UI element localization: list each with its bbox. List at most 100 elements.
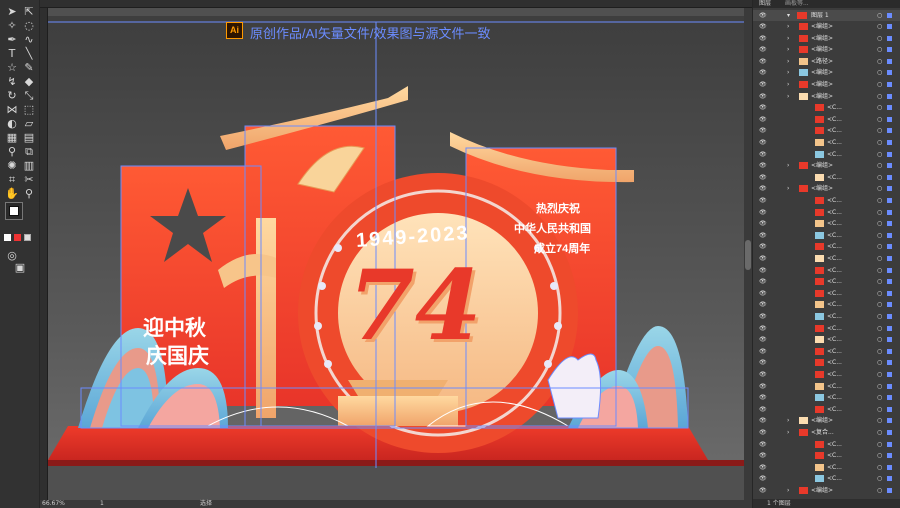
vertical-scrollbar[interactable] xyxy=(744,8,752,500)
layer-row[interactable]: 👁 <C... ○ xyxy=(753,404,900,415)
chevron-right-icon[interactable]: › xyxy=(787,415,789,426)
target-icon[interactable]: ○ xyxy=(877,265,882,276)
target-icon[interactable]: ○ xyxy=(877,323,882,334)
target-icon[interactable]: ○ xyxy=(877,357,882,368)
visibility-eye-icon[interactable]: 👁 xyxy=(759,125,767,136)
target-icon[interactable]: ○ xyxy=(877,276,882,287)
layer-row[interactable]: 👁 <C... ○ xyxy=(753,288,900,299)
visibility-eye-icon[interactable]: 👁 xyxy=(759,415,767,426)
chevron-right-icon[interactable]: › xyxy=(787,67,789,78)
chevron-down-icon[interactable]: ▾ xyxy=(787,10,790,21)
target-icon[interactable]: ○ xyxy=(877,462,882,473)
target-icon[interactable]: ○ xyxy=(877,102,882,113)
visibility-eye-icon[interactable]: 👁 xyxy=(759,44,767,55)
chevron-right-icon[interactable]: › xyxy=(787,33,789,44)
target-icon[interactable]: ○ xyxy=(877,485,882,496)
chevron-right-icon[interactable]: › xyxy=(787,183,789,194)
target-icon[interactable]: ○ xyxy=(877,473,882,484)
visibility-eye-icon[interactable]: 👁 xyxy=(759,56,767,67)
target-icon[interactable]: ○ xyxy=(877,253,882,264)
chevron-right-icon[interactable]: › xyxy=(787,91,789,102)
visibility-eye-icon[interactable]: 👁 xyxy=(759,137,767,148)
visibility-eye-icon[interactable]: 👁 xyxy=(759,149,767,160)
visibility-eye-icon[interactable]: 👁 xyxy=(759,114,767,125)
target-icon[interactable]: ○ xyxy=(877,404,882,415)
layer-row[interactable]: 👁 › <复合... ○ xyxy=(753,427,900,438)
layer-row[interactable]: 👁 <C... ○ xyxy=(753,323,900,334)
target-icon[interactable]: ○ xyxy=(877,172,882,183)
target-icon[interactable]: ○ xyxy=(877,91,882,102)
visibility-eye-icon[interactable]: 👁 xyxy=(759,334,767,345)
visibility-eye-icon[interactable]: 👁 xyxy=(759,299,767,310)
fill-stroke-swatch[interactable] xyxy=(5,202,23,220)
layer-row[interactable]: 👁 › <编组> ○ xyxy=(753,79,900,90)
target-icon[interactable]: ○ xyxy=(877,160,882,171)
layer-row[interactable]: 👁 <C... ○ xyxy=(753,299,900,310)
target-icon[interactable]: ○ xyxy=(877,44,882,55)
chevron-right-icon[interactable]: › xyxy=(787,79,789,90)
visibility-eye-icon[interactable]: 👁 xyxy=(759,253,767,264)
color-mode-swatches[interactable] xyxy=(4,234,34,242)
layer-row[interactable]: 👁 › <编组> ○ xyxy=(753,33,900,44)
zoom-tool-icon[interactable]: ⚲ xyxy=(21,186,37,202)
layer-row[interactable]: 👁 › <编组> ○ xyxy=(753,415,900,426)
visibility-eye-icon[interactable]: 👁 xyxy=(759,473,767,484)
layer-row[interactable]: 👁 <C... ○ xyxy=(753,357,900,368)
visibility-eye-icon[interactable]: 👁 xyxy=(759,323,767,334)
target-icon[interactable]: ○ xyxy=(877,450,882,461)
target-icon[interactable]: ○ xyxy=(877,299,882,310)
target-icon[interactable]: ○ xyxy=(877,33,882,44)
chevron-right-icon[interactable]: › xyxy=(787,21,789,32)
chevron-right-icon[interactable]: › xyxy=(787,485,789,496)
visibility-eye-icon[interactable]: 👁 xyxy=(759,67,767,78)
chevron-right-icon[interactable]: › xyxy=(787,56,789,67)
chevron-right-icon[interactable]: › xyxy=(787,427,789,438)
tab-layers[interactable]: 图层 xyxy=(753,0,777,7)
visibility-eye-icon[interactable]: 👁 xyxy=(759,183,767,194)
target-icon[interactable]: ○ xyxy=(877,79,882,90)
visibility-eye-icon[interactable]: 👁 xyxy=(759,79,767,90)
visibility-eye-icon[interactable]: 👁 xyxy=(759,21,767,32)
target-icon[interactable]: ○ xyxy=(877,381,882,392)
target-icon[interactable]: ○ xyxy=(877,125,882,136)
target-icon[interactable]: ○ xyxy=(877,241,882,252)
layer-row[interactable]: 👁 <C... ○ xyxy=(753,218,900,229)
artboard-number[interactable]: 1 xyxy=(100,500,104,508)
visibility-eye-icon[interactable]: 👁 xyxy=(759,427,767,438)
layer-row[interactable]: 👁 <C... ○ xyxy=(753,137,900,148)
visibility-eye-icon[interactable]: 👁 xyxy=(759,369,767,380)
layer-row[interactable]: 👁 <C... ○ xyxy=(753,253,900,264)
chevron-right-icon[interactable]: › xyxy=(787,160,789,171)
visibility-eye-icon[interactable]: 👁 xyxy=(759,265,767,276)
target-icon[interactable]: ○ xyxy=(877,183,882,194)
target-icon[interactable]: ○ xyxy=(877,195,882,206)
screen-mode-icon[interactable]: ▣ xyxy=(12,260,28,276)
visibility-eye-icon[interactable]: 👁 xyxy=(759,485,767,496)
target-icon[interactable]: ○ xyxy=(877,415,882,426)
layer-row[interactable]: 👁 <C... ○ xyxy=(753,462,900,473)
target-icon[interactable]: ○ xyxy=(877,427,882,438)
visibility-eye-icon[interactable]: 👁 xyxy=(759,10,767,21)
visibility-eye-icon[interactable]: 👁 xyxy=(759,276,767,287)
target-icon[interactable]: ○ xyxy=(877,288,882,299)
visibility-eye-icon[interactable]: 👁 xyxy=(759,230,767,241)
visibility-eye-icon[interactable]: 👁 xyxy=(759,404,767,415)
layer-row[interactable]: 👁 <C... ○ xyxy=(753,381,900,392)
target-icon[interactable]: ○ xyxy=(877,230,882,241)
layer-row[interactable]: 👁 <C... ○ xyxy=(753,276,900,287)
layer-row[interactable]: 👁 <C... ○ xyxy=(753,114,900,125)
zoom-level[interactable]: 66.67% xyxy=(42,500,65,508)
visibility-eye-icon[interactable]: 👁 xyxy=(759,91,767,102)
layer-row[interactable]: 👁 <C... ○ xyxy=(753,195,900,206)
scroll-thumb[interactable] xyxy=(745,240,751,270)
target-icon[interactable]: ○ xyxy=(877,137,882,148)
layer-row[interactable]: 👁 <C... ○ xyxy=(753,102,900,113)
layer-row[interactable]: 👁 <C... ○ xyxy=(753,439,900,450)
layer-row[interactable]: 👁 <C... ○ xyxy=(753,149,900,160)
visibility-eye-icon[interactable]: 👁 xyxy=(759,218,767,229)
visibility-eye-icon[interactable]: 👁 xyxy=(759,311,767,322)
target-icon[interactable]: ○ xyxy=(877,114,882,125)
target-icon[interactable]: ○ xyxy=(877,67,882,78)
chevron-right-icon[interactable]: › xyxy=(787,44,789,55)
target-icon[interactable]: ○ xyxy=(877,392,882,403)
